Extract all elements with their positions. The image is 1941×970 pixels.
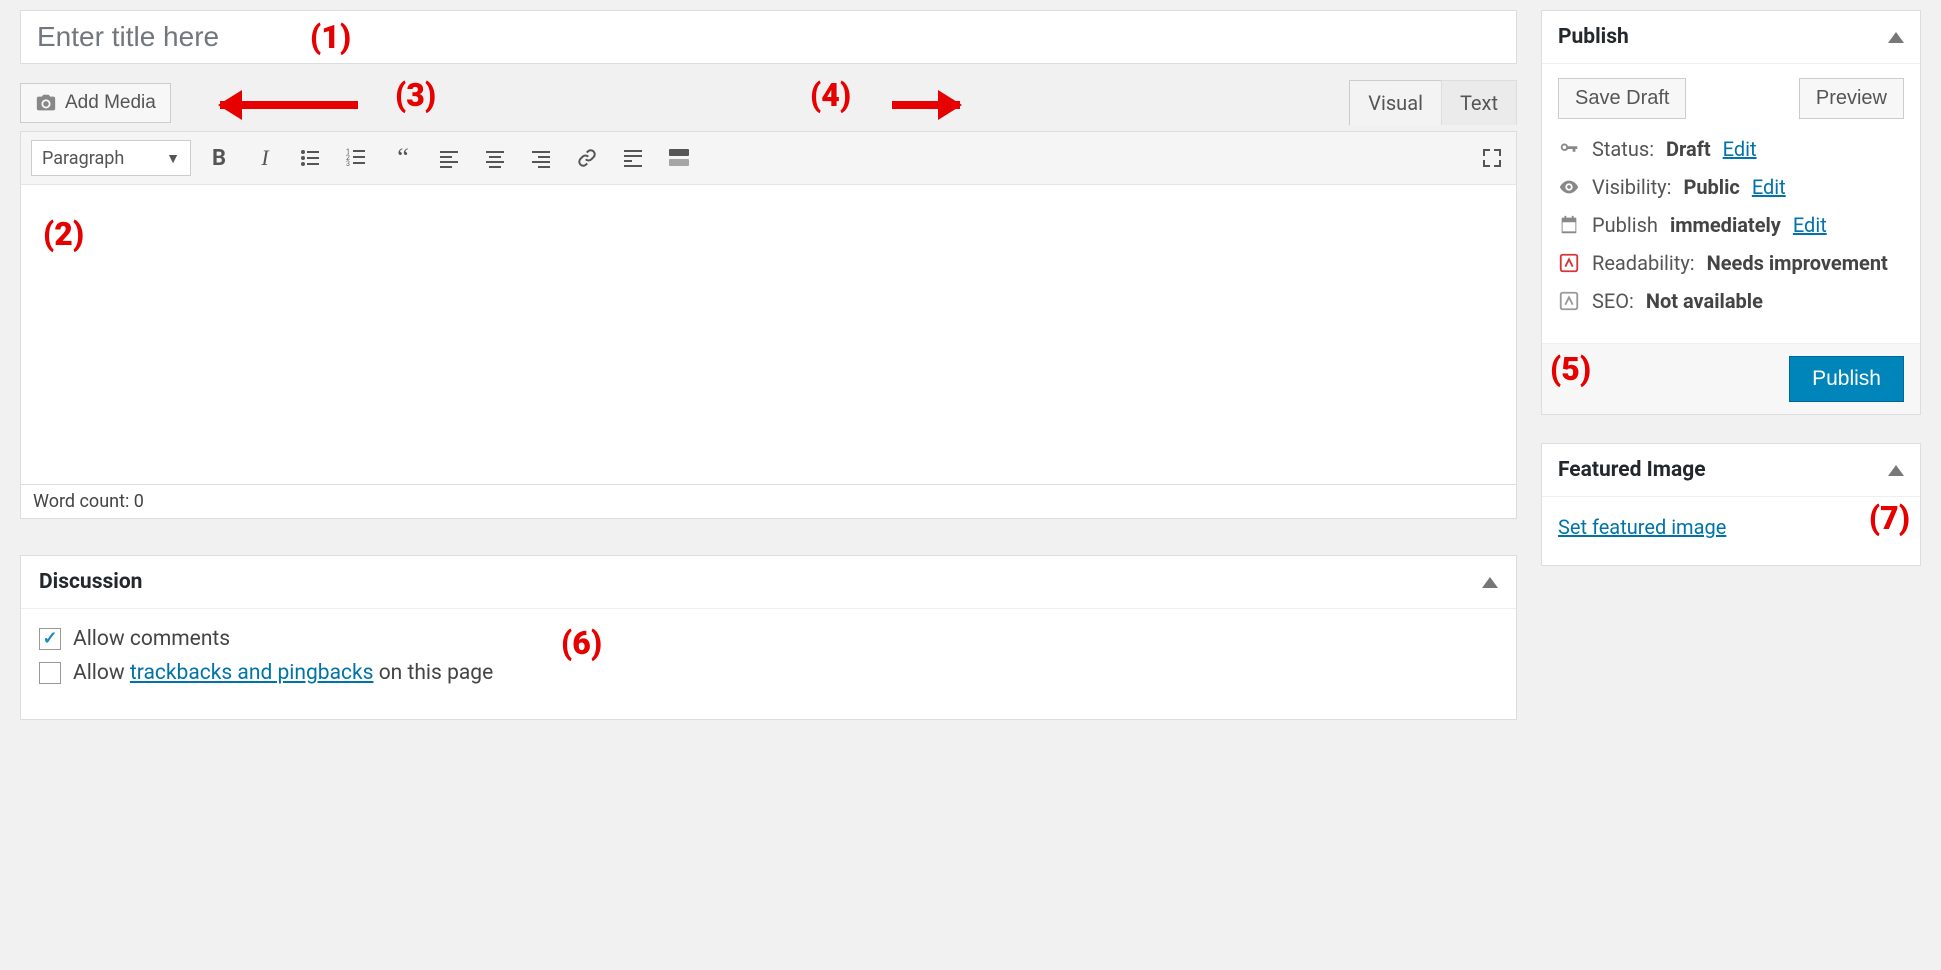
add-media-button[interactable]: Add Media	[20, 83, 171, 123]
bullet-list-icon[interactable]	[297, 144, 325, 172]
publish-heading: Publish	[1558, 25, 1629, 49]
status-edit-link[interactable]: Edit	[1723, 137, 1757, 161]
paragraph-format-select[interactable]: Paragraph ▼	[31, 140, 191, 176]
annotation-7: (7)	[1869, 499, 1910, 537]
camera-icon	[35, 92, 57, 114]
preview-button[interactable]: Preview	[1799, 78, 1904, 119]
insert-more-icon[interactable]	[619, 144, 647, 172]
editor-tab-text[interactable]: Text	[1441, 80, 1517, 125]
annotation-2: (2)	[43, 215, 84, 253]
link-icon[interactable]	[573, 144, 601, 172]
chevron-up-icon	[1482, 577, 1498, 588]
featured-image-toggle[interactable]: Featured Image	[1542, 444, 1920, 497]
schedule-label: Publish	[1592, 213, 1658, 237]
numbered-list-icon[interactable]: 123	[343, 144, 371, 172]
toolbar-toggle-icon[interactable]	[665, 144, 693, 172]
readability-value: Needs improvement	[1707, 251, 1888, 275]
seo-value: Not available	[1646, 289, 1763, 313]
allow-comments-label: Allow comments	[73, 627, 230, 651]
publish-box: Publish Save Draft Preview Status: Draft…	[1541, 10, 1921, 415]
discussion-postbox: Discussion Allow comments Allow trackbac…	[20, 555, 1517, 720]
word-count-label: Word count:	[33, 491, 129, 512]
allow-trackbacks-label: Allow trackbacks and pingbacks on this p…	[73, 661, 493, 685]
word-count-value: 0	[134, 491, 144, 512]
blockquote-icon[interactable]: “	[389, 144, 417, 172]
visibility-value: Public	[1683, 175, 1739, 199]
post-title-input[interactable]	[20, 10, 1517, 64]
featured-image-box: Featured Image Set featured image (7)	[1541, 443, 1921, 566]
discussion-heading: Discussion	[39, 570, 142, 594]
featured-image-heading: Featured Image	[1558, 458, 1706, 482]
allow-comments-checkbox[interactable]	[39, 628, 61, 650]
visibility-edit-link[interactable]: Edit	[1752, 175, 1786, 199]
eye-icon	[1558, 176, 1580, 198]
svg-text:3: 3	[346, 160, 350, 168]
seo-label: SEO:	[1592, 289, 1634, 313]
italic-icon[interactable]: I	[251, 144, 279, 172]
status-label: Status:	[1592, 137, 1654, 161]
bold-icon[interactable]: B	[205, 144, 233, 172]
align-left-icon[interactable]	[435, 144, 463, 172]
allow-trackbacks-checkbox[interactable]	[39, 662, 61, 684]
save-draft-button[interactable]: Save Draft	[1558, 78, 1686, 119]
editor-statusbar: Word count: 0	[20, 485, 1517, 519]
chevron-down-icon: ▼	[166, 150, 180, 167]
schedule-value: immediately	[1670, 213, 1781, 237]
chevron-up-icon	[1888, 32, 1904, 43]
calendar-icon	[1558, 214, 1580, 236]
fullscreen-icon[interactable]	[1478, 144, 1506, 172]
key-icon	[1558, 138, 1580, 160]
align-center-icon[interactable]	[481, 144, 509, 172]
publish-button[interactable]: Publish	[1789, 356, 1904, 402]
chevron-up-icon	[1888, 465, 1904, 476]
editor-tab-visual[interactable]: Visual	[1349, 80, 1442, 125]
add-media-label: Add Media	[65, 92, 156, 114]
yoast-readability-icon	[1558, 252, 1580, 274]
publish-toggle[interactable]: Publish	[1542, 11, 1920, 64]
annotation-5: (5)	[1550, 350, 1591, 388]
schedule-edit-link[interactable]: Edit	[1793, 213, 1827, 237]
align-right-icon[interactable]	[527, 144, 555, 172]
editor-body[interactable]: (2)	[20, 185, 1517, 485]
status-value: Draft	[1666, 137, 1711, 161]
trackbacks-link[interactable]: trackbacks and pingbacks	[130, 661, 374, 685]
visibility-label: Visibility:	[1592, 175, 1671, 199]
set-featured-image-link[interactable]: Set featured image	[1558, 515, 1726, 539]
paragraph-format-label: Paragraph	[42, 148, 124, 169]
discussion-toggle[interactable]: Discussion	[21, 556, 1516, 609]
yoast-seo-icon	[1558, 290, 1580, 312]
readability-label: Readability:	[1592, 251, 1695, 275]
